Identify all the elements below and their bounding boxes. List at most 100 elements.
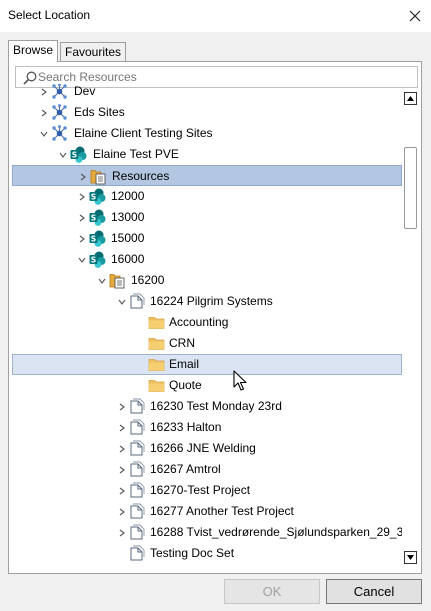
tree-item[interactable]: 16224 Pilgrim Systems bbox=[12, 291, 402, 312]
tree-item[interactable]: 16270-Test Project bbox=[12, 480, 402, 501]
tree-item-label: Resources bbox=[112, 169, 170, 183]
tree-item-label: 16233 Halton bbox=[150, 420, 222, 434]
svg-text:S: S bbox=[91, 256, 96, 265]
tree-item[interactable]: 16200 bbox=[12, 270, 402, 291]
document-set-icon bbox=[130, 524, 145, 540]
svg-text:S: S bbox=[72, 151, 77, 160]
document-set-icon bbox=[130, 461, 145, 477]
tree-item[interactable]: S 13000 bbox=[12, 207, 402, 228]
tree-item[interactable]: 16288 Tvist_vedrørende_Sjølundsparken_29… bbox=[12, 522, 402, 543]
chevron-right-icon[interactable] bbox=[38, 84, 50, 102]
tree-item[interactable]: Accounting bbox=[12, 312, 402, 333]
svg-text:S: S bbox=[91, 193, 96, 202]
chevron-right-icon[interactable] bbox=[116, 417, 128, 438]
tree-item-label: 13000 bbox=[111, 210, 145, 224]
scroll-down-button[interactable] bbox=[402, 549, 419, 566]
sharepoint-icon: S bbox=[89, 188, 106, 205]
tree-item-label: 16000 bbox=[111, 252, 145, 266]
chevron-down-icon[interactable] bbox=[116, 291, 128, 312]
close-icon bbox=[409, 10, 421, 22]
tree-item[interactable]: 16266 JNE Welding bbox=[12, 438, 402, 459]
tree-item-hover[interactable]: Email bbox=[12, 354, 402, 375]
chevron-right-icon[interactable] bbox=[116, 501, 128, 522]
chevron-right-icon[interactable] bbox=[116, 480, 128, 501]
chevron-down-icon[interactable] bbox=[38, 123, 50, 144]
chevron-right-icon[interactable] bbox=[76, 186, 88, 207]
chevron-right-icon[interactable] bbox=[116, 438, 128, 459]
folder-icon bbox=[148, 317, 165, 329]
scroll-up-button[interactable] bbox=[402, 90, 419, 107]
tree-item[interactable]: Eds Sites bbox=[12, 102, 402, 123]
document-set-icon bbox=[130, 503, 145, 519]
tree-item[interactable]: 16233 Halton bbox=[12, 417, 402, 438]
tree-item-label: Dev bbox=[74, 84, 96, 98]
chevron-down-icon[interactable] bbox=[76, 249, 88, 270]
resource-tree[interactable]: Dev Eds Sites Elaine Client Testing Site… bbox=[12, 84, 402, 566]
tree-item-label: 16288 Tvist_vedrørende_Sjølundsparken_29… bbox=[150, 525, 402, 539]
document-set-icon bbox=[130, 419, 145, 435]
tab-favourites[interactable]: Favourites bbox=[60, 42, 126, 62]
scroll-thumb[interactable] bbox=[404, 147, 417, 229]
vertical-scrollbar[interactable] bbox=[402, 89, 419, 567]
tree-item[interactable]: Quote bbox=[12, 375, 402, 396]
tree-item[interactable]: CRN bbox=[12, 333, 402, 354]
chevron-right-icon[interactable] bbox=[77, 166, 89, 187]
window-title: Select Location bbox=[8, 8, 91, 22]
document-set-icon bbox=[130, 440, 145, 456]
tree-item[interactable]: Dev bbox=[12, 84, 402, 102]
tree-item[interactable]: 16277 Another Test Project bbox=[12, 501, 402, 522]
network-icon bbox=[52, 104, 67, 120]
folder-icon bbox=[148, 338, 165, 350]
network-icon bbox=[52, 84, 67, 99]
search-input[interactable] bbox=[38, 69, 408, 85]
tree-item-label: 12000 bbox=[111, 189, 145, 203]
tree-item-label: 16200 bbox=[131, 273, 165, 287]
sharepoint-icon: S bbox=[89, 251, 106, 268]
arrow-up-icon bbox=[407, 96, 414, 101]
chevron-right-icon[interactable] bbox=[116, 396, 128, 417]
sharepoint-icon: S bbox=[89, 209, 106, 226]
chevron-down-icon[interactable] bbox=[57, 144, 69, 165]
cancel-button[interactable]: Cancel bbox=[326, 579, 422, 604]
tab-browse[interactable]: Browse bbox=[8, 40, 58, 62]
chevron-right-icon[interactable] bbox=[38, 102, 50, 123]
tree-item-label: 16266 JNE Welding bbox=[150, 441, 256, 455]
tree-item-label: 16224 Pilgrim Systems bbox=[150, 294, 273, 308]
svg-text:S: S bbox=[91, 235, 96, 244]
folder-icon bbox=[148, 380, 165, 392]
library-icon bbox=[109, 274, 125, 289]
chevron-right-icon[interactable] bbox=[76, 228, 88, 249]
tree-item-label: Quote bbox=[169, 378, 202, 392]
network-icon bbox=[52, 125, 67, 141]
tree-item-label: Eds Sites bbox=[74, 105, 125, 119]
tree-item-label: 16270-Test Project bbox=[150, 483, 251, 497]
document-set-icon bbox=[130, 398, 145, 414]
tree-item[interactable]: 16267 Amtrol bbox=[12, 459, 402, 480]
tree-item[interactable]: S 16000 bbox=[12, 249, 402, 270]
document-set-icon bbox=[130, 482, 145, 498]
tree-item[interactable]: S 15000 bbox=[12, 228, 402, 249]
tree-item-label: Elaine Test PVE bbox=[93, 147, 179, 161]
tree-item-label: Testing Doc Set bbox=[150, 546, 235, 560]
chevron-down-icon[interactable] bbox=[96, 270, 108, 291]
tree-item-label: 16277 Another Test Project bbox=[150, 504, 294, 518]
sharepoint-icon: S bbox=[70, 146, 87, 163]
tree-item-selected[interactable]: Resources bbox=[12, 165, 402, 186]
tree-item[interactable]: Testing Doc Set bbox=[12, 543, 402, 564]
title-bar: Select Location bbox=[0, 0, 431, 32]
arrow-down-icon bbox=[407, 555, 414, 560]
close-button[interactable] bbox=[399, 0, 431, 32]
tree-item[interactable]: 16230 Test Monday 23rd bbox=[12, 396, 402, 417]
ok-button[interactable]: OK bbox=[224, 579, 320, 604]
tree-item[interactable]: S Elaine Test PVE bbox=[12, 144, 402, 165]
tree-item-label: Email bbox=[169, 357, 200, 371]
tree-item[interactable]: S 12000 bbox=[12, 186, 402, 207]
document-set-icon bbox=[130, 545, 145, 561]
chevron-right-icon[interactable] bbox=[76, 207, 88, 228]
tree-item[interactable]: Elaine Client Testing Sites bbox=[12, 123, 402, 144]
sharepoint-icon: S bbox=[89, 230, 106, 247]
tree-item-label: CRN bbox=[169, 336, 195, 350]
chevron-right-icon[interactable] bbox=[116, 522, 128, 543]
chevron-right-icon[interactable] bbox=[116, 459, 128, 480]
folder-icon bbox=[148, 359, 165, 371]
